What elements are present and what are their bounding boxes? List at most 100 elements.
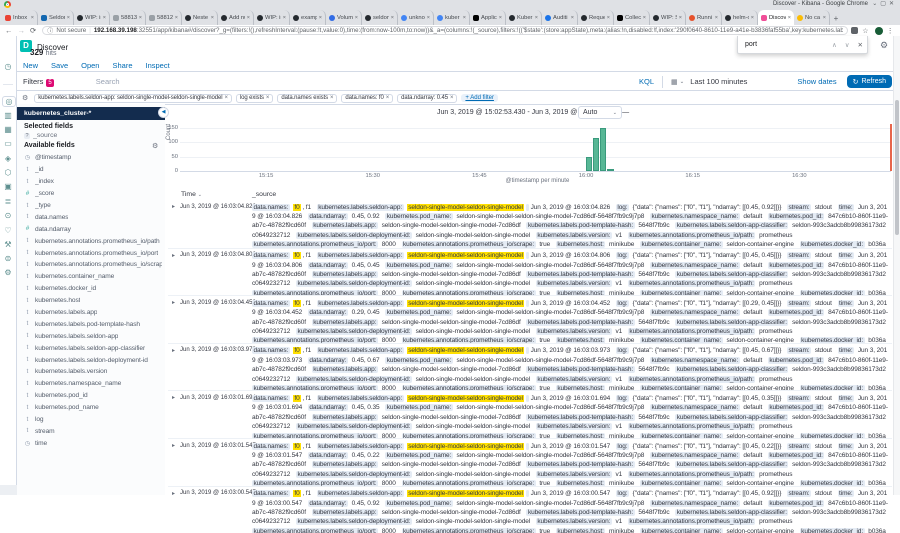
scrollbar-thumb[interactable] — [895, 100, 900, 235]
field-item[interactable]: #_score — [24, 188, 162, 200]
remove-filter-icon[interactable]: × — [450, 95, 453, 101]
browser-tab[interactable]: Seldon× — [38, 10, 74, 25]
tab-close-icon[interactable]: × — [463, 15, 466, 21]
search-input[interactable]: Search — [96, 77, 639, 86]
expand-caret-icon[interactable]: ▸ — [172, 299, 175, 306]
tab-close-icon[interactable]: × — [247, 15, 250, 21]
filter-options-gear-icon[interactable]: ⚙ — [22, 94, 28, 102]
field-item[interactable]: tkubernetes.labels.app — [24, 307, 162, 319]
index-pattern-selector[interactable]: kubernetes_cluster-* — [17, 107, 165, 120]
add-filter-button[interactable]: + Add filter — [461, 94, 498, 102]
browser-tab[interactable]: Volum× — [326, 10, 362, 25]
field-item[interactable]: tkubernetes.labels.seldon-app-classifier — [24, 342, 162, 354]
canvas-icon[interactable]: ▭ — [0, 139, 16, 148]
calendar-icon[interactable]: ▦ — [671, 78, 678, 86]
dashboard-icon[interactable]: ▦ — [0, 125, 16, 134]
expand-caret-icon[interactable]: ▸ — [172, 490, 175, 497]
histogram-bar[interactable] — [600, 128, 606, 171]
visualize-icon[interactable]: ▥ — [0, 111, 16, 120]
tab-close-icon[interactable]: × — [643, 15, 646, 21]
field-item[interactable]: t_type — [24, 200, 162, 212]
field-item[interactable]: tkubernetes.labels.version — [24, 366, 162, 378]
kql-toggle[interactable]: KQL — [639, 77, 654, 86]
tab-close-icon[interactable]: × — [607, 15, 610, 21]
filter-pill[interactable]: log exists× — [236, 94, 273, 103]
browser-tab[interactable]: Collec× — [614, 10, 650, 25]
field-settings-gear-icon[interactable]: ⚙ — [152, 142, 158, 150]
browser-tab[interactable]: WIP: in× — [74, 10, 110, 25]
browser-tab[interactable]: Auditi× — [542, 10, 578, 25]
find-close-icon[interactable]: ✕ — [854, 41, 867, 49]
new-tab-button[interactable]: + — [830, 13, 842, 25]
filter-pill[interactable]: data.names exists× — [277, 94, 337, 103]
maps-icon[interactable]: ◈ — [0, 154, 16, 163]
browser-tab[interactable]: Reque× — [578, 10, 614, 25]
field-item[interactable]: tlog — [24, 414, 162, 426]
table-row[interactable]: ▸Jun 3, 2019 @ 16:03:04.826data.names: f… — [168, 200, 892, 248]
browser-tab[interactable]: 58813(× — [110, 10, 146, 25]
extension-icon[interactable] — [851, 27, 858, 34]
field-item[interactable]: tdata.names — [24, 211, 162, 223]
expand-caret-icon[interactable]: ▸ — [172, 442, 175, 449]
profile-avatar[interactable] — [875, 27, 883, 35]
remove-filter-icon[interactable]: × — [266, 95, 269, 101]
tab-close-icon[interactable]: × — [823, 15, 826, 21]
browser-tab[interactable]: Discov× — [758, 10, 794, 25]
url-bar[interactable]: ⓘ Not secure | 192.168.39.198:32551/app/… — [42, 26, 848, 35]
tab-close-icon[interactable]: × — [571, 15, 574, 21]
menu-item-share[interactable]: Share — [112, 61, 132, 70]
table-row[interactable]: ▸Jun 3, 2019 @ 16:03:03.973data.names: f… — [168, 343, 892, 391]
tab-close-icon[interactable]: × — [175, 15, 178, 21]
field-item[interactable]: ◷@timestamp — [24, 152, 162, 164]
tab-close-icon[interactable]: × — [283, 15, 286, 21]
field-item[interactable]: tkubernetes.labels.seldon-deployment-id — [24, 354, 162, 366]
histogram-bar[interactable] — [586, 157, 592, 171]
apm-icon[interactable]: ⊙ — [0, 211, 16, 220]
refresh-button[interactable]: ↻Refresh — [847, 75, 892, 88]
browser-tab[interactable]: kuber× — [434, 10, 470, 25]
nav-collapse-button[interactable] — [0, 485, 17, 495]
tab-close-icon[interactable]: × — [499, 15, 502, 21]
browser-tab[interactable]: 58812(× — [146, 10, 182, 25]
find-input[interactable]: port — [738, 41, 828, 48]
browser-tab[interactable]: seldon× — [362, 10, 398, 25]
menu-item-inspect[interactable]: Inspect — [146, 61, 170, 70]
filters-button[interactable]: Filters5 — [23, 77, 54, 87]
find-prev-icon[interactable]: ∧ — [828, 41, 841, 49]
browser-tab[interactable]: Inbox (× — [2, 10, 38, 25]
browser-tab[interactable]: Kuber× — [506, 10, 542, 25]
field-item[interactable]: t_index — [24, 176, 162, 188]
browser-tab[interactable]: Applic× — [470, 10, 506, 25]
field-item[interactable]: tkubernetes.pod_name — [24, 402, 162, 414]
forward-icon[interactable]: → — [18, 26, 26, 35]
field-item[interactable]: t_id — [24, 164, 162, 176]
expand-caret-icon[interactable]: ▸ — [172, 203, 175, 210]
sidebar-collapse-toggle[interactable]: ◀ — [158, 107, 169, 118]
time-picker-value[interactable]: Last 100 minutes — [690, 77, 747, 86]
field-item[interactable]: tkubernetes.container_name — [24, 271, 162, 283]
tab-close-icon[interactable]: × — [535, 15, 538, 21]
remove-filter-icon[interactable]: × — [330, 95, 333, 101]
tab-close-icon[interactable]: × — [788, 15, 791, 21]
column-header-time[interactable]: Time ⌄ — [181, 191, 202, 198]
browser-tab[interactable]: Runni× — [686, 10, 722, 25]
table-row[interactable]: ▸Jun 3, 2019 @ 16:03:04.806data.names: f… — [168, 248, 892, 296]
browser-tab[interactable]: examp× — [290, 10, 326, 25]
filter-pill[interactable]: data.ndarray: 0.45× — [397, 94, 457, 103]
uptime-icon[interactable]: ♡ — [0, 226, 16, 235]
field-item[interactable]: tkubernetes.pod_id — [24, 390, 162, 402]
field-item[interactable]: tkubernetes.docker_id — [24, 283, 162, 295]
table-row[interactable]: ▸Jun 3, 2019 @ 16:03:01.547data.names: f… — [168, 438, 892, 486]
tab-close-icon[interactable]: × — [139, 15, 142, 21]
expand-caret-icon[interactable]: ▸ — [172, 252, 175, 259]
expand-caret-icon[interactable]: ▸ — [172, 347, 175, 354]
field-item[interactable]: tkubernetes.annotations.prometheus_io/po… — [24, 247, 162, 259]
bookmark-star-icon[interactable]: ☆ — [862, 27, 868, 35]
menu-item-open[interactable]: Open — [81, 61, 99, 70]
tab-close-icon[interactable]: × — [103, 15, 106, 21]
field-item[interactable]: tstream — [24, 425, 162, 437]
browser-tab[interactable]: No ca× — [794, 10, 830, 25]
tab-close-icon[interactable]: × — [679, 15, 682, 21]
filter-pill[interactable]: data.names: f0× — [341, 94, 393, 103]
menu-item-save[interactable]: Save — [51, 61, 68, 70]
